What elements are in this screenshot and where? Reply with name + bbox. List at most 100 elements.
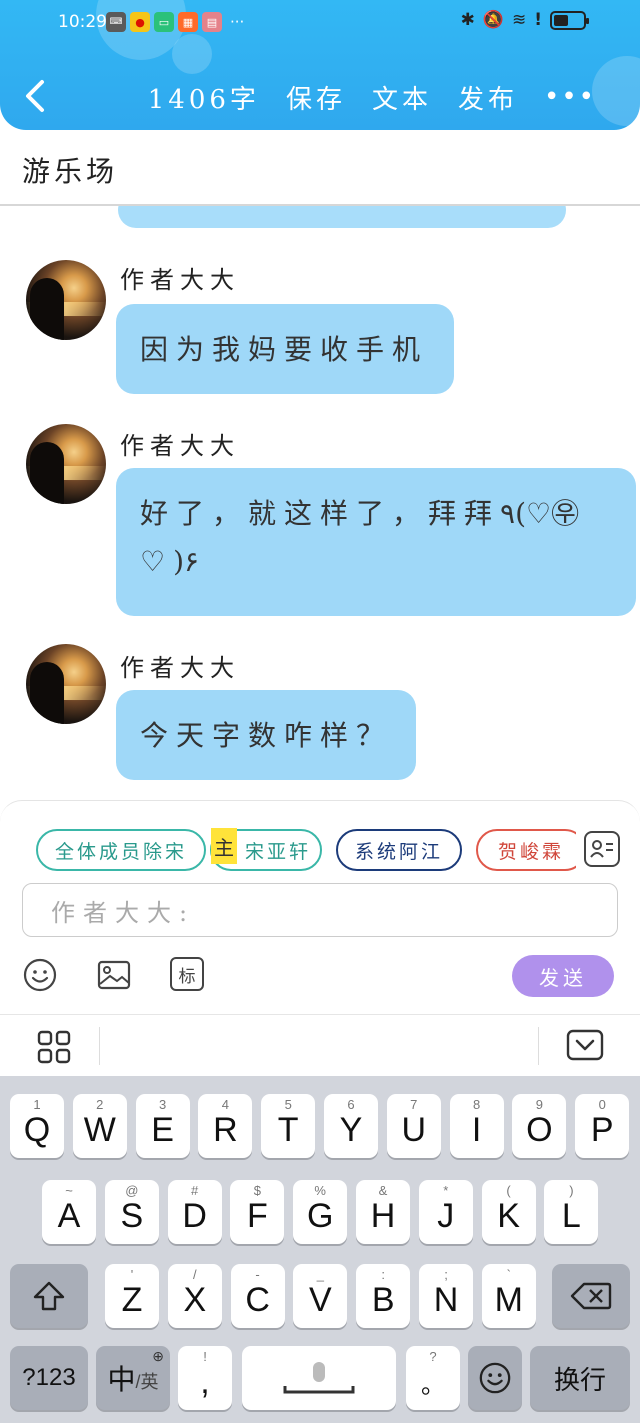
period-key[interactable]: ? 。	[406, 1346, 460, 1410]
key-x[interactable]: / X	[167, 1264, 222, 1328]
key-b[interactable]: :B	[356, 1264, 411, 1328]
message-input[interactable]: 作者大大:	[22, 883, 618, 937]
key-hint: 4	[221, 1097, 229, 1112]
key-f[interactable]: $ F	[230, 1180, 285, 1244]
key-i[interactable]: 8I	[449, 1094, 504, 1158]
contact-card-icon	[590, 840, 613, 858]
text-button[interactable]: 文本	[372, 79, 432, 116]
message-bubble[interactable]: 好了，就这样了，拜拜٩(♡㉾♡)۶	[116, 468, 636, 616]
composer-tools: 标	[22, 957, 204, 993]
bluetooth-icon: ✱	[460, 10, 475, 30]
key-v[interactable]: _ V	[293, 1264, 348, 1328]
key-label: A	[57, 1196, 81, 1235]
role-chip[interactable]: 系统阿江	[336, 829, 462, 871]
key-r[interactable]: 4R	[198, 1094, 253, 1158]
emoji-button[interactable]	[22, 957, 58, 993]
key-label: B	[371, 1280, 395, 1319]
key-g[interactable]: % G	[293, 1180, 348, 1244]
key-hint: `	[506, 1267, 511, 1282]
key-label: ,	[200, 1362, 210, 1401]
image-button[interactable]	[96, 957, 132, 993]
key-s[interactable]: @ S	[104, 1180, 159, 1244]
status-bar: 10:29 ⌨ ● ▭ ▦ ▤ ··· ✱ 🔕 ≋ !	[0, 0, 640, 46]
key-m[interactable]: ` M	[481, 1264, 536, 1328]
publish-button[interactable]: 发布	[458, 79, 518, 116]
avatar[interactable]	[26, 260, 106, 340]
save-button[interactable]: 保存	[286, 79, 346, 116]
key-hint: ?	[429, 1349, 437, 1364]
key-a[interactable]: ~ A	[42, 1180, 96, 1244]
key-d[interactable]: # D	[167, 1180, 222, 1244]
tag-button[interactable]: 标	[170, 957, 204, 991]
key-t[interactable]: 5T	[261, 1094, 316, 1158]
chat-title-bar: 游乐场	[0, 130, 640, 206]
key-label: G	[306, 1196, 334, 1235]
sender-name: 作者大大	[120, 432, 240, 460]
key-hint: ~	[65, 1183, 73, 1198]
smiley-icon	[23, 958, 57, 992]
avatar[interactable]	[26, 424, 106, 504]
key-hint: 3	[158, 1097, 167, 1112]
key-q[interactable]: 1Q	[10, 1094, 64, 1158]
back-button[interactable]	[20, 76, 50, 116]
key-label: T	[277, 1110, 299, 1149]
key-w[interactable]: 2W	[72, 1094, 127, 1158]
key-l[interactable]: ) L	[544, 1180, 599, 1244]
more-menu-button[interactable]: •••	[544, 82, 596, 112]
key-z[interactable]: ' Z	[105, 1264, 159, 1328]
key-h[interactable]: & H	[356, 1180, 410, 1244]
emoji-key[interactable]	[468, 1346, 522, 1410]
key-n[interactable]: ; N	[419, 1264, 473, 1328]
key-o[interactable]: 9O	[512, 1094, 567, 1158]
keyboard-collapse-icon[interactable]	[566, 1029, 604, 1063]
role-chip-list[interactable]: 全体成员除宋 宋亚轩 系统阿江 贺峻霖	[36, 829, 576, 871]
key-label: V	[309, 1280, 332, 1319]
key-hint: (	[506, 1183, 511, 1198]
chat-list[interactable]: 作者大大 因为我妈要收手机 作者大大 好了，就这样了，拜拜٩(♡㉾♡)۶ 作者大…	[0, 206, 640, 800]
contact-card-button[interactable]	[584, 831, 620, 867]
numbers-key[interactable]: ?123	[10, 1346, 88, 1410]
role-chip[interactable]: 全体成员除宋	[36, 829, 206, 871]
key-label: Y	[339, 1110, 363, 1149]
smiley-icon	[479, 1362, 511, 1394]
message-app-icon: ▭	[154, 12, 174, 32]
language-key-label: 中	[107, 1364, 136, 1395]
key-c[interactable]: -C	[230, 1264, 285, 1328]
key-label: R	[213, 1110, 238, 1149]
avatar[interactable]	[26, 644, 106, 724]
status-time: 10:29	[58, 12, 107, 32]
backspace-icon	[570, 1282, 612, 1310]
key-hint: 5	[284, 1097, 292, 1112]
key-hint: &	[378, 1183, 388, 1198]
word-count: 1406字	[147, 84, 260, 115]
role-chip[interactable]: 贺峻霖	[476, 829, 576, 871]
key-hint: -	[255, 1267, 260, 1282]
message-bubble[interactable]: 今天字数咋样？	[116, 690, 416, 780]
divider	[99, 1027, 100, 1065]
more-notifications-icon: ···	[230, 13, 245, 31]
space-key[interactable]	[242, 1346, 396, 1410]
backspace-key[interactable]	[552, 1264, 630, 1328]
key-hint: ;	[444, 1267, 448, 1282]
chevron-left-icon	[26, 80, 44, 112]
comma-key[interactable]: ! ,	[178, 1346, 232, 1410]
key-k[interactable]: (K	[481, 1180, 536, 1244]
key-hint: #	[190, 1183, 199, 1198]
status-right: ✱ 🔕 ≋ !	[460, 10, 589, 30]
key-p[interactable]: 0P	[575, 1094, 630, 1158]
message-bubble[interactable]: 因为我妈要收手机	[116, 304, 454, 394]
key-y[interactable]: 6Y	[324, 1094, 378, 1158]
key-j[interactable]: * J	[418, 1180, 473, 1244]
shift-key[interactable]	[10, 1264, 88, 1328]
microphone-icon	[283, 1362, 355, 1394]
key-hint: $	[253, 1183, 261, 1198]
enter-key[interactable]: 换行	[530, 1346, 630, 1410]
key-label: Z	[121, 1280, 143, 1319]
key-u[interactable]: 7U	[386, 1094, 441, 1158]
grid-menu-icon[interactable]	[36, 1029, 72, 1065]
send-button[interactable]: 发送	[512, 955, 614, 997]
language-key[interactable]: 中/英 ⊕	[96, 1346, 170, 1410]
key-hint: %	[314, 1183, 326, 1198]
key-e[interactable]: 3E	[135, 1094, 190, 1158]
key-hint: *	[443, 1183, 449, 1198]
